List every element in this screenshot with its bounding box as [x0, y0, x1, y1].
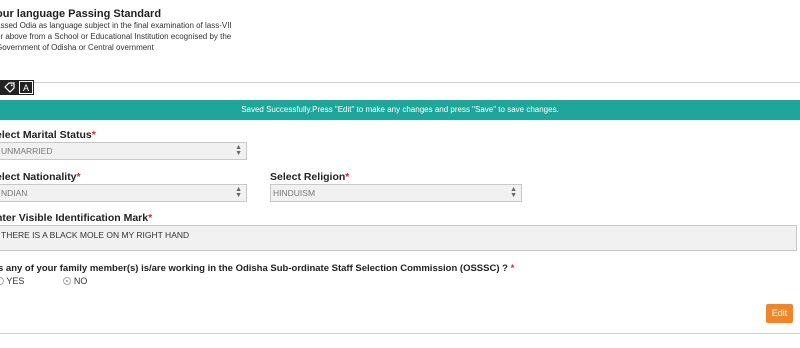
font-size-icon[interactable]: A [19, 81, 33, 94]
marital-status-label: elect Marital Status* [0, 129, 96, 141]
nationality-label-text: elect Nationality [0, 171, 77, 183]
language-standard-description: assed Odia as language subject in the fi… [0, 21, 232, 52]
required-marker: * [510, 263, 515, 274]
required-marker: * [76, 171, 81, 183]
radio-no-label: NO [73, 276, 88, 286]
tag-icon-graphic [3, 82, 15, 93]
nationality-value: NDIAN [1, 188, 28, 198]
religion-value: HINDUISM [273, 188, 316, 198]
tag-icon[interactable] [2, 81, 16, 94]
divider-bottom [0, 333, 800, 334]
family-member-radio-group: YES NO [0, 276, 87, 286]
required-marker: * [148, 212, 153, 224]
marital-status-value: UNMARRIED [1, 146, 53, 156]
select-chevron-icon: ▲ ▼ [510, 186, 517, 199]
family-member-question: s any of your family member(s) is/are wo… [0, 263, 514, 274]
select-chevron-icon: ▲ ▼ [235, 186, 242, 199]
radio-no[interactable] [63, 277, 72, 285]
divider-top [0, 82, 800, 83]
radio-yes-label: YES [6, 276, 25, 286]
identification-mark-value: THERE IS A BLACK MOLE ON MY RIGHT HAND [1, 230, 190, 240]
language-standard-title: our language Passing Standard [0, 8, 162, 20]
religion-label: Select Religion* [270, 171, 349, 183]
identification-mark-label-text: nter Visible Identification Mark [0, 212, 149, 224]
identification-mark-input[interactable]: THERE IS A BLACK MOLE ON MY RIGHT HAND [0, 225, 797, 251]
required-marker: * [91, 129, 96, 141]
marital-status-label-text: elect Marital Status [0, 129, 92, 141]
nationality-label: elect Nationality* [0, 171, 81, 183]
identification-mark-label: nter Visible Identification Mark* [0, 212, 152, 224]
nationality-select[interactable]: NDIAN ▲ ▼ [0, 184, 247, 202]
radio-yes[interactable] [0, 277, 4, 285]
select-chevron-icon: ▲ ▼ [235, 144, 242, 157]
required-marker: * [345, 171, 350, 183]
edit-button[interactable]: Edit [766, 304, 793, 323]
family-member-question-text: s any of your family member(s) is/are wo… [0, 263, 508, 274]
marital-status-select[interactable]: UNMARRIED ▲ ▼ [0, 142, 247, 160]
religion-label-text: Select Religion [270, 171, 346, 183]
save-success-alert: Saved Successfully.Press "Edit" to make … [0, 100, 800, 120]
religion-select[interactable]: HINDUISM ▲ ▼ [270, 184, 522, 202]
